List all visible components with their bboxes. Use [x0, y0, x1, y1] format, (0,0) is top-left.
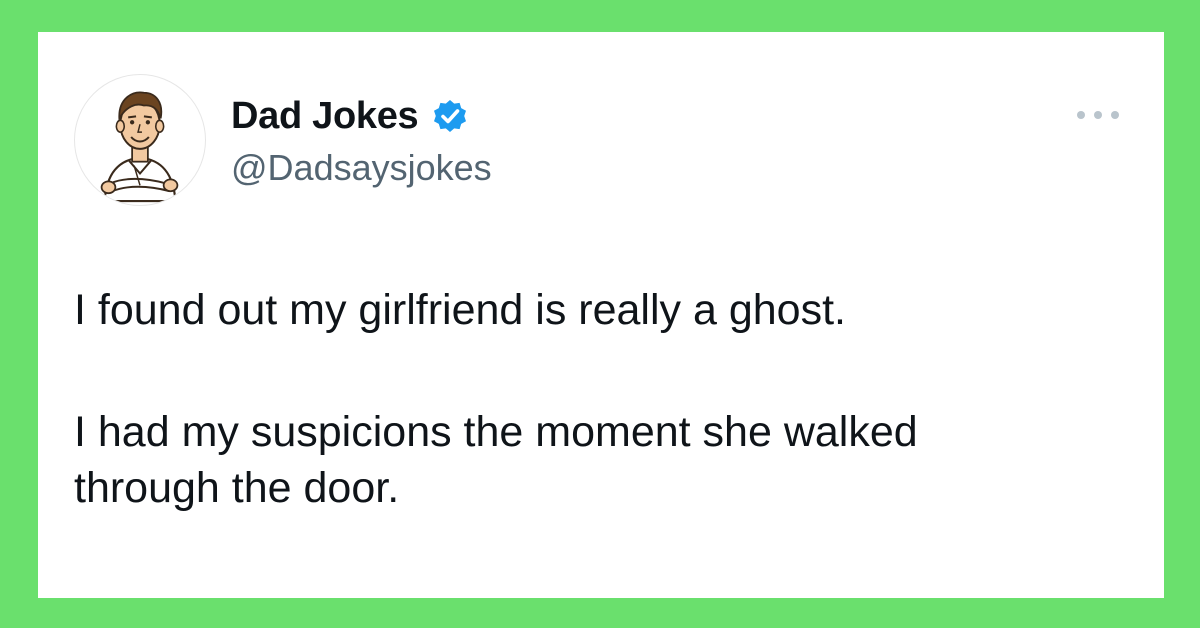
tweet-paragraph-2-line-2: through the door.	[74, 464, 400, 512]
tweet-text: I found out my girlfriend is really a gh…	[74, 282, 1134, 516]
cartoon-man-avatar-icon	[100, 91, 179, 203]
more-dot-icon	[1094, 111, 1102, 119]
more-dot-icon	[1111, 111, 1119, 119]
more-options-button[interactable]	[1073, 100, 1123, 130]
author-handle[interactable]: @Dadsaysjokes	[231, 146, 492, 190]
verified-badge-icon	[430, 96, 470, 136]
profile-avatar[interactable]	[74, 74, 206, 206]
more-dot-icon	[1077, 111, 1085, 119]
tweet-paragraph-2-line-1: I had my suspicions the moment she walke…	[74, 408, 918, 456]
tweet-card: Dad Jokes @Dadsaysjokes I found out my g…	[38, 32, 1164, 598]
tweet-paragraph-1: I found out my girlfriend is really a gh…	[74, 286, 846, 334]
author-name-row: Dad Jokes	[231, 92, 470, 140]
author-display-name[interactable]: Dad Jokes	[231, 92, 419, 140]
